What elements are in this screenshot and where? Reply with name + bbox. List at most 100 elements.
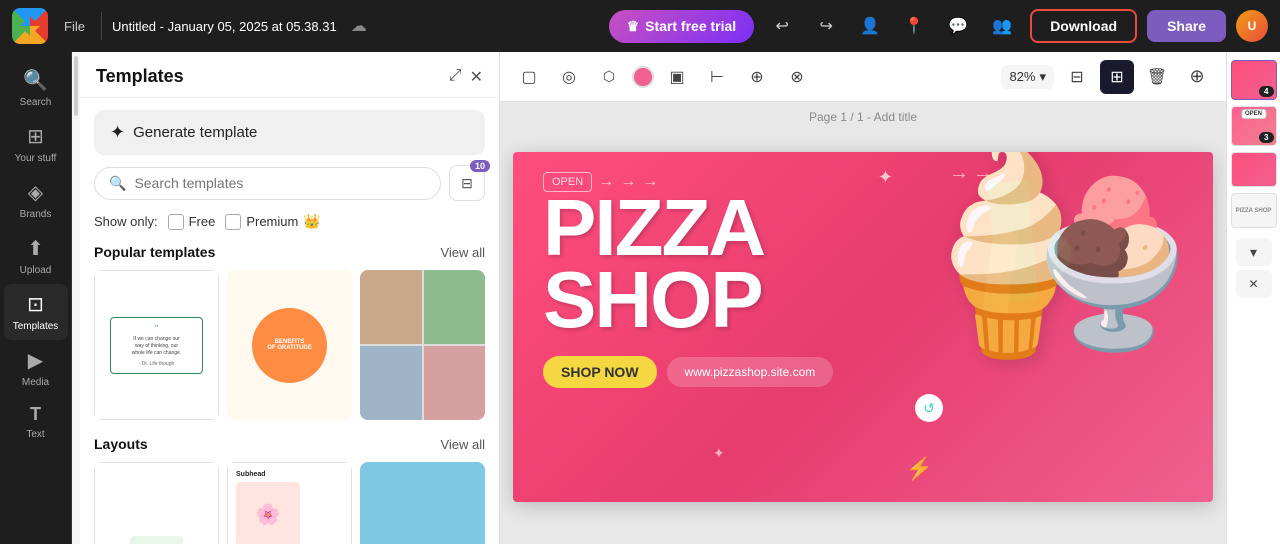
premium-crown-icon: 👑 — [303, 213, 320, 230]
right-panel: 4 OPEN 3 PIZZA SHOP ▾ ✕ — [1226, 52, 1280, 544]
template-card-1[interactable]: " If we can change ourway of thinking, o… — [94, 270, 219, 420]
link-tool-button[interactable]: ⬡ — [592, 60, 626, 94]
effects-tool-button[interactable]: ◎ — [552, 60, 586, 94]
download-button[interactable]: Download — [1030, 9, 1137, 43]
color-swatch[interactable] — [632, 66, 654, 88]
premium-checkbox[interactable] — [225, 214, 241, 230]
free-checkbox-wrap[interactable]: Free — [168, 214, 216, 230]
adjust-button[interactable]: ⊞ — [1100, 60, 1134, 94]
search-templates-input[interactable] — [134, 175, 426, 191]
popular-section-header: Popular templates View all — [94, 244, 485, 260]
sidebar-item-upload[interactable]: ⬆ Upload — [4, 228, 68, 284]
premium-checkbox-wrap[interactable]: Premium 👑 — [225, 213, 320, 230]
start-trial-button[interactable]: ♛ Start free trial — [609, 10, 755, 43]
layers-button[interactable]: ⊟ — [1060, 60, 1094, 94]
crop-tool-button[interactable]: ▣ — [660, 60, 694, 94]
filter-icon: ⊟ — [461, 175, 473, 192]
text-icon: T — [30, 404, 41, 425]
ice-cream-cone-2: 🍨 — [1014, 172, 1213, 359]
template-grid: " If we can change ourway of thinking, o… — [94, 270, 485, 420]
sidebar-item-text-label: Text — [26, 429, 44, 440]
crop-icon: ▣ — [669, 67, 684, 87]
sidebar-item-templates[interactable]: ⊡ Templates — [4, 284, 68, 340]
effects-icon: ◎ — [562, 67, 576, 87]
layout-card-1[interactable]: 🌿 Learn More: — [94, 462, 219, 544]
sidebar-item-upload-label: Upload — [20, 265, 52, 276]
right-panel-thumb-2[interactable]: OPEN 3 — [1231, 106, 1277, 146]
frame-icon: ▢ — [521, 67, 536, 87]
align-tool-button[interactable]: ⊢ — [700, 60, 734, 94]
delete-button[interactable]: 🗑 — [1140, 60, 1174, 94]
media-icon: ▶ — [28, 348, 43, 373]
layers-icon: ⊟ — [1070, 67, 1083, 87]
cloud-icon: ☁ — [351, 16, 367, 36]
panel-body: ✦ Generate template 🔍 ⊟ 10 Sho — [80, 98, 499, 544]
add-element-button[interactable]: ⊕ — [1180, 60, 1214, 94]
template-card-3[interactable] — [360, 270, 485, 420]
sidebar-item-your-stuff[interactable]: ⊞ Your stuff — [4, 116, 68, 172]
generate-template-button[interactable]: ✦ Generate template — [94, 110, 485, 155]
filter-button[interactable]: ⊟ 10 — [449, 165, 485, 201]
zoom-control[interactable]: 82% ▾ — [1001, 65, 1054, 89]
translate-icon: ⊗ — [790, 67, 803, 87]
layout-card-2[interactable]: Subhead 🌸 — [227, 462, 352, 544]
templates-icon: ⊡ — [27, 292, 44, 317]
right-panel-thumb-4[interactable]: PIZZA SHOP — [1231, 193, 1277, 228]
comments-button[interactable]: 💬 — [940, 8, 976, 44]
sidebar-item-brands[interactable]: ◈ Brands — [4, 172, 68, 228]
premium-label: Premium — [246, 214, 298, 229]
search-row: 🔍 ⊟ 10 — [94, 165, 485, 201]
search-icon: 🔍 — [109, 175, 126, 192]
close-right-panel-button[interactable]: ✕ — [1236, 270, 1272, 298]
design-text-block: PIZZA SHOP SHOP NOW www.pizzashop.site.c… — [543, 192, 833, 388]
app-logo[interactable] — [12, 8, 48, 44]
search-icon: 🔍 — [23, 68, 48, 93]
free-checkbox[interactable] — [168, 214, 184, 230]
adjust-icon: ⊞ — [1110, 67, 1123, 87]
template-card-2[interactable]: BENEFITSOF GRATITUDE — [227, 270, 352, 420]
generate-icon: ✦ — [110, 122, 125, 143]
layout-card-3[interactable] — [360, 462, 485, 544]
redo-button[interactable]: ↪ — [808, 8, 844, 44]
canvas-wrapper[interactable]: Page 1 / 1 - Add title OPEN → → → PIZZA … — [500, 102, 1226, 544]
sidebar-item-brands-label: Brands — [20, 209, 52, 220]
expand-icon[interactable]: ⤢ — [449, 67, 462, 87]
close-panel-icon[interactable]: ✕ — [470, 67, 483, 87]
layouts-view-all[interactable]: View all — [440, 437, 485, 452]
share-button[interactable]: Share — [1147, 10, 1226, 42]
topbar-icons: ↩ ↪ 👤 📍 💬 👥 — [764, 8, 1020, 44]
sidebar-item-media[interactable]: ▶ Media — [4, 340, 68, 396]
design-url: www.pizzashop.site.com — [667, 357, 834, 387]
location-button[interactable]: 📍 — [896, 8, 932, 44]
shop-now-button: SHOP NOW — [543, 356, 657, 388]
canvas-design[interactable]: OPEN → → → PIZZA SHOP SHOP NOW www.pizza… — [513, 152, 1213, 502]
panel-header-icons: ⤢ ✕ — [449, 67, 483, 87]
link-icon: ⬡ — [603, 68, 615, 85]
frame-tool-button[interactable]: ▢ — [512, 60, 546, 94]
sidebar-item-text[interactable]: T Text — [4, 396, 68, 448]
undo-button[interactable]: ↩ — [764, 8, 800, 44]
copy-style-button[interactable]: ⊕ — [740, 60, 774, 94]
right-panel-thumb-3[interactable] — [1231, 152, 1277, 187]
chevron-down-button[interactable]: ▾ — [1236, 238, 1272, 266]
panel-title: Templates — [96, 66, 184, 87]
thumb-badge-4: 4 — [1259, 86, 1273, 97]
file-menu[interactable]: File — [58, 15, 91, 38]
translate-button[interactable]: ⊗ — [780, 60, 814, 94]
panel-header: Templates ⤢ ✕ — [80, 52, 499, 98]
toolbar: ▢ ◎ ⬡ ▣ ⊢ ⊕ ⊗ 82% ▾ — [500, 52, 1226, 102]
popular-view-all[interactable]: View all — [440, 245, 485, 260]
refresh-badge: ↺ — [915, 394, 943, 422]
right-panel-thumb-1[interactable]: 4 — [1231, 60, 1277, 100]
topbar-divider — [101, 12, 102, 40]
page-label: Page 1 / 1 - Add title — [809, 110, 917, 124]
panel-scrollbar[interactable] — [72, 52, 80, 544]
user-settings-button[interactable]: 👤 — [852, 8, 888, 44]
share-users-button[interactable]: 👥 — [984, 8, 1020, 44]
toolbar-right: ⊟ ⊞ 🗑 ⊕ — [1060, 60, 1214, 94]
show-only-label: Show only: — [94, 214, 158, 229]
left-sidebar: 🔍 Search ⊞ Your stuff ◈ Brands ⬆ Upload … — [0, 52, 72, 544]
avatar[interactable]: U — [1236, 10, 1268, 42]
add-icon: ⊕ — [1189, 66, 1204, 87]
sidebar-item-search[interactable]: 🔍 Search — [4, 60, 68, 116]
